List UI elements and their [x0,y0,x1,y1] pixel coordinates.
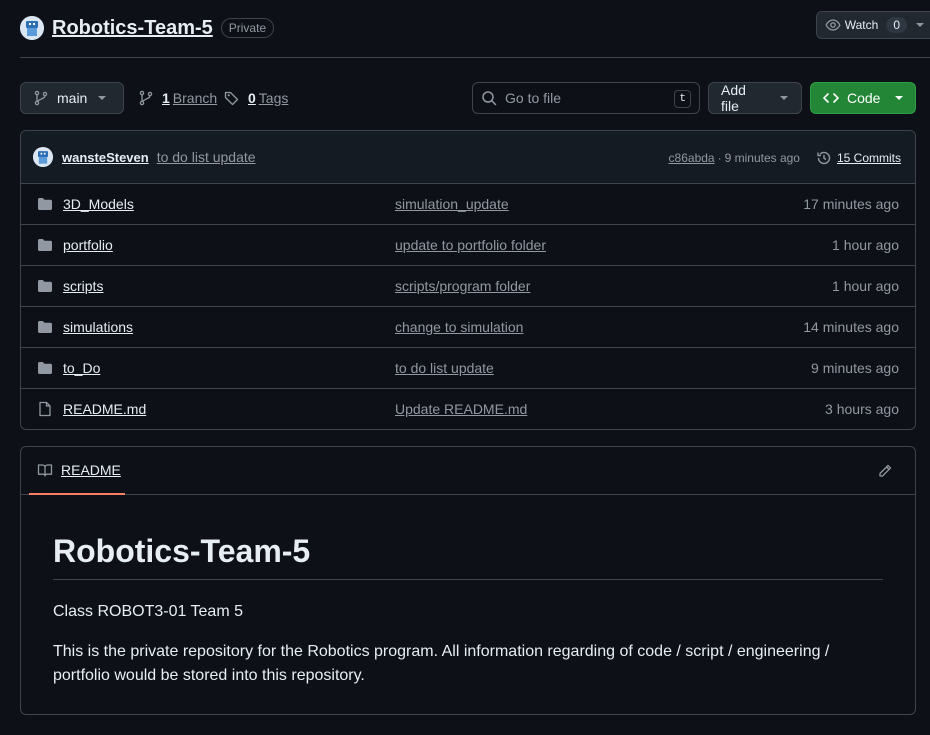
git-branch-icon [33,90,49,106]
commit-author-link[interactable]: wansteSteven [62,150,149,165]
file-row[interactable]: README.md Update README.md 3 hours ago [21,389,915,429]
file-updated-time: 1 hour ago [832,237,899,253]
file-row[interactable]: 3D_Models simulation_update 17 minutes ago [21,184,915,225]
file-updated-time: 9 minutes ago [811,360,899,376]
book-icon [37,462,53,478]
watch-count: 0 [886,17,907,33]
readme-heading: Robotics-Team-5 [53,531,883,580]
visibility-badge: Private [220,18,275,38]
file-commit-link[interactable]: to do list update [395,360,494,376]
current-branch: main [57,90,88,106]
file-commit-link[interactable]: scripts/program folder [395,278,530,294]
chevron-down-icon [915,20,925,30]
commit-sha-link[interactable]: c86abda [669,151,715,165]
add-file-label: Add file [721,82,746,114]
commits-history-link[interactable]: 15 Commits [816,150,901,166]
file-listing: wansteSteven to do list update c86abda ·… [20,130,916,430]
file-name-link[interactable]: scripts [63,278,103,294]
code-label: Code [847,90,881,106]
tag-count: 0 [248,90,256,106]
add-file-button[interactable]: Add file [708,82,802,114]
file-updated-time: 14 minutes ago [803,319,899,335]
branch-count: 1 [162,90,170,106]
file-row[interactable]: scripts scripts/program folder 1 hour ago [21,266,915,307]
file-commit-link[interactable]: Update README.md [395,401,527,417]
commit-meta: c86abda · 9 minutes ago 15 Commits [669,131,901,184]
git-branch-icon [138,90,154,106]
search-shortcut-key: t [674,90,691,108]
file-name-link[interactable]: to_Do [63,360,100,376]
commit-message-link[interactable]: to do list update [157,149,256,165]
code-icon [823,90,839,106]
readme-paragraph: Class ROBOT3-01 Team 5 [53,603,243,620]
pencil-icon[interactable] [877,463,893,479]
readme-tab-label: README [61,462,121,478]
owner-avatar[interactable] [20,16,44,40]
watch-label: Watch [844,18,879,32]
folder-icon [37,237,53,253]
file-name-link[interactable]: simulations [63,319,133,335]
repo-name-link[interactable]: Robotics-Team-5 [52,17,213,40]
chevron-down-icon [779,93,789,103]
history-icon [816,150,832,166]
header-divider [20,57,930,58]
readme-content: Robotics-Team-5 Class ROBOT3-01 Team 5 T… [21,495,915,688]
commit-time: 9 minutes ago [724,150,800,165]
search-input[interactable] [505,90,665,106]
readme-tab[interactable]: README [29,447,125,495]
commit-separator: · [717,150,722,165]
author-avatar[interactable] [33,147,53,167]
file-commit-link[interactable]: change to simulation [395,319,523,335]
folder-icon [37,360,53,376]
chevron-down-icon [97,93,107,103]
file-commit-link[interactable]: update to portfolio folder [395,237,546,253]
file-commit-link[interactable]: simulation_update [395,196,509,212]
file-updated-time: 1 hour ago [832,278,899,294]
code-button[interactable]: Code [810,82,916,114]
file-updated-time: 17 minutes ago [803,196,899,212]
go-to-file-search[interactable]: t [472,82,700,114]
watch-button[interactable]: Watch 0 [815,11,930,39]
readme-paragraph: This is the private repository for the R… [53,643,830,684]
file-row[interactable]: to_Do to do list update 9 minutes ago [21,348,915,389]
repo-toolbar: main 1 Branch 0 Tags t Add file [20,82,916,114]
branches-link[interactable]: 1 Branch [138,90,217,106]
folder-icon [37,196,53,212]
tags-link[interactable]: 0 Tags [224,90,288,106]
search-icon [481,90,497,106]
commits-count-label: 15 Commits [836,150,901,165]
file-name-link[interactable]: portfolio [63,237,113,253]
chevron-down-icon [894,93,904,103]
file-row[interactable]: portfolio update to portfolio folder 1 hou… [21,225,915,266]
latest-commit-bar: wansteSteven to do list update c86abda ·… [21,131,915,184]
readme-header: README [21,447,915,495]
readme-panel: README Robotics-Team-5 Class ROBOT3-01 T… [20,446,916,715]
file-icon [37,401,53,417]
branch-label: Branch [172,90,218,106]
folder-icon [37,319,53,335]
file-row[interactable]: simulations change to simulation 14 minute… [21,307,915,348]
repo-header: Robotics-Team-5 Private Watch 0 [20,11,930,42]
eye-icon [825,17,841,33]
branch-select-button[interactable]: main [20,82,124,114]
tag-label: Tags [258,90,289,106]
file-name-link[interactable]: 3D_Models [63,196,134,212]
file-updated-time: 3 hours ago [825,401,899,417]
file-name-link[interactable]: README.md [63,401,146,417]
tag-icon [224,90,240,106]
folder-icon [37,278,53,294]
